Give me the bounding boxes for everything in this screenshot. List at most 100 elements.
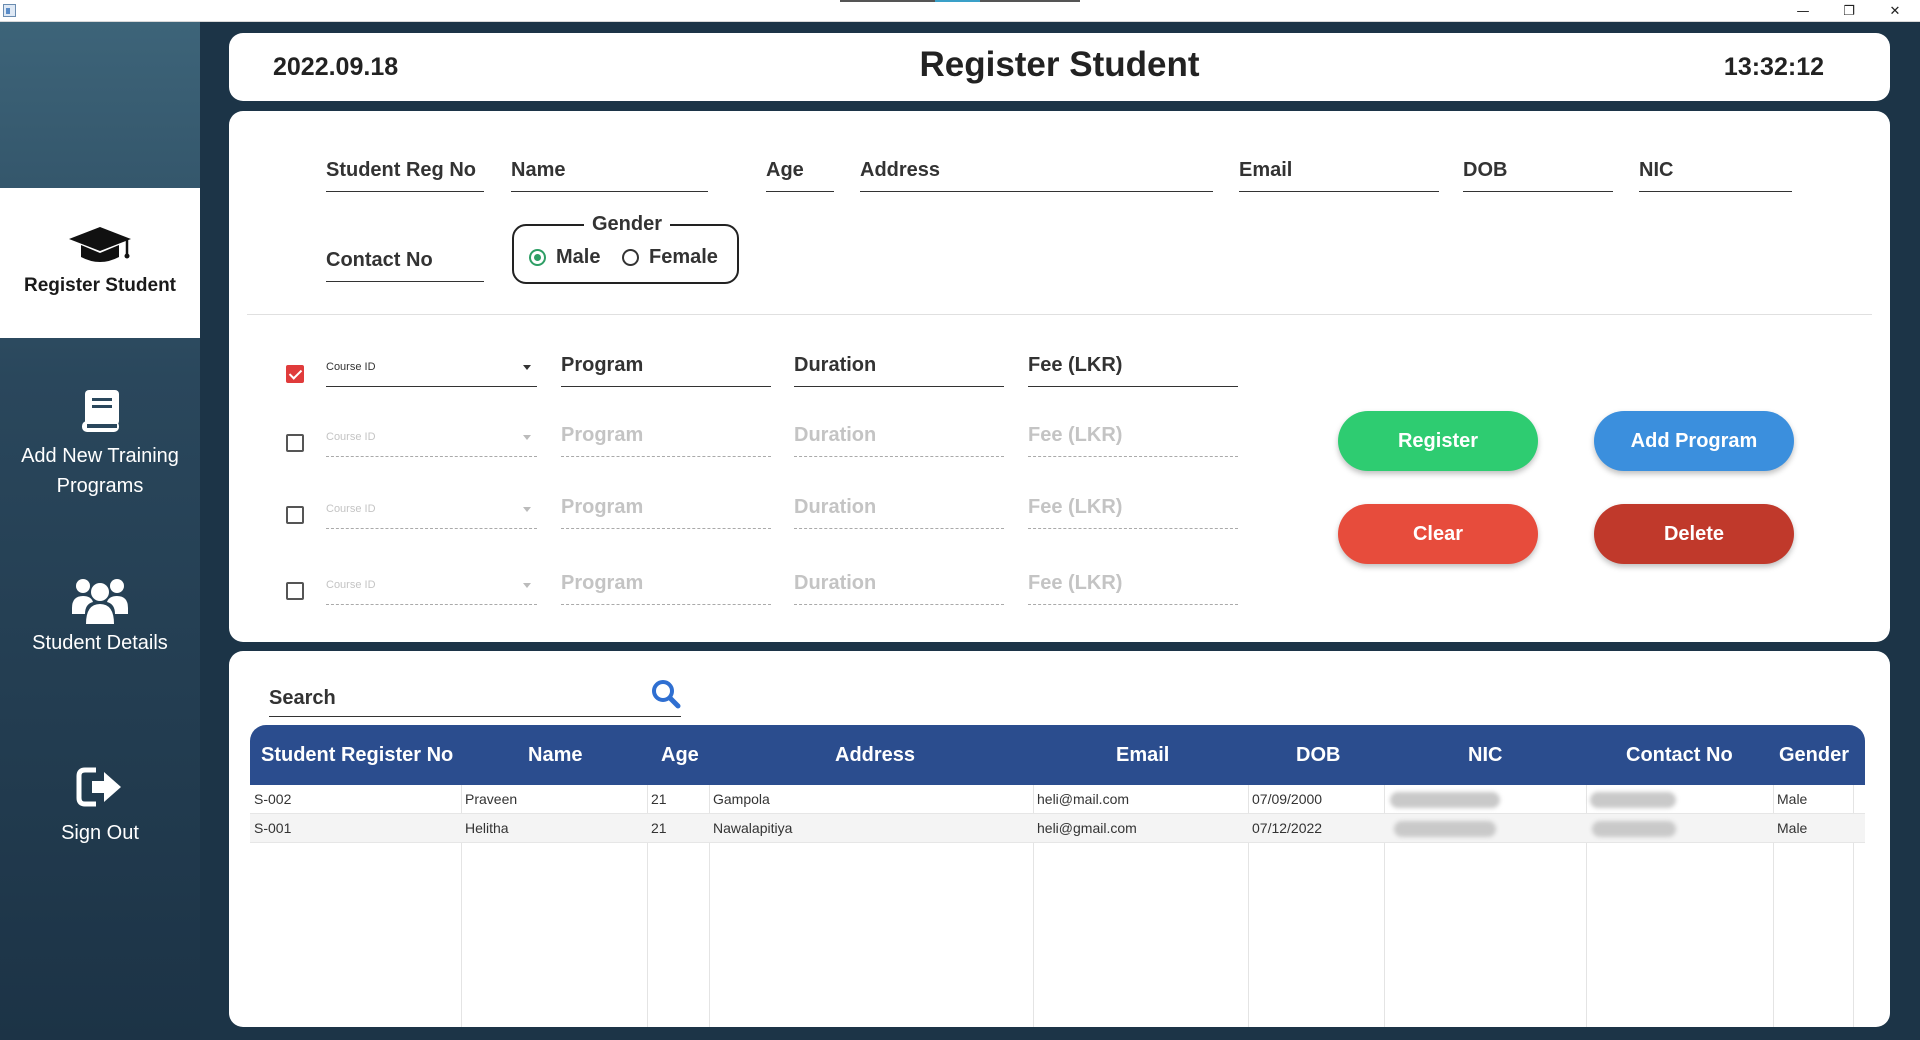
course-row-1-checkbox[interactable] [286, 365, 304, 383]
cell-dob: 07/12/2022 [1252, 820, 1323, 836]
dropdown-value: Course ID [326, 503, 376, 515]
course-id-dropdown[interactable]: Course ID [326, 491, 537, 529]
sidebar-item-register-student[interactable]: Register Student [0, 188, 200, 338]
sidebar-item-add-programs[interactable]: Add New Training Programs [0, 387, 200, 501]
table-body: S-002 Praveen 21 Gampola heli@mail.com 0… [250, 785, 1865, 1027]
cell-gender: Male [1777, 791, 1808, 807]
duration-field[interactable]: Duration [794, 419, 1004, 457]
cell-age: 21 [651, 791, 667, 807]
clear-button[interactable]: Clear [1338, 504, 1538, 564]
table-header: Student Register No Name Age Address Ema… [250, 725, 1865, 785]
current-time: 13:32:12 [1723, 53, 1824, 81]
column-header[interactable]: Contact No [1626, 725, 1733, 785]
course-id-dropdown[interactable]: Course ID [326, 419, 537, 457]
duration-field[interactable]: Duration [794, 349, 1004, 387]
cell-email: heli@gmail.com [1037, 820, 1137, 836]
column-header[interactable]: DOB [1296, 725, 1340, 785]
sidebar-item-sign-out[interactable]: Sign Out [0, 766, 200, 848]
add-program-button[interactable]: Add Program [1594, 411, 1794, 471]
chevron-down-icon [523, 365, 531, 370]
gender-legend: Gender [584, 213, 671, 236]
sidebar-item-label: Student Details [32, 632, 168, 654]
cell-dob: 07/09/2000 [1252, 791, 1323, 807]
dropdown-value: Course ID [326, 579, 376, 591]
close-button[interactable]: ✕ [1872, 0, 1918, 22]
student-reg-no-field[interactable]: Student Reg No [326, 154, 484, 192]
program-field[interactable]: Program [561, 349, 771, 387]
radio-label: Male [556, 246, 601, 268]
window-titlebar[interactable]: — ❐ ✕ [0, 0, 1920, 22]
users-icon [71, 574, 129, 626]
column-header[interactable]: Email [1116, 725, 1169, 785]
cell-address: Nawalapitiya [713, 820, 793, 836]
course-row-3-checkbox[interactable] [286, 506, 304, 524]
column-header[interactable]: Address [835, 725, 915, 785]
register-button[interactable]: Register [1338, 411, 1538, 471]
sidebar-item-student-details[interactable]: Student Details [0, 574, 200, 658]
fee-field[interactable]: Fee (LKR) [1028, 491, 1238, 529]
cell-reg-no: S-002 [254, 791, 292, 807]
program-field[interactable]: Program [561, 419, 771, 457]
fee-field[interactable]: Fee (LKR) [1028, 419, 1238, 457]
radio-unselected-icon [622, 249, 639, 266]
gender-male-radio[interactable]: Male [529, 246, 600, 269]
cell-contact-redacted [1586, 785, 1676, 814]
chevron-down-icon [523, 583, 531, 588]
chevron-down-icon [523, 435, 531, 440]
age-field[interactable]: Age [766, 154, 834, 192]
sidebar-item-label: Register Student [23, 275, 177, 296]
minimize-button[interactable]: — [1780, 0, 1826, 22]
page-title: Register Student [919, 45, 1200, 84]
column-header[interactable]: NIC [1468, 725, 1502, 785]
student-table-panel: Search Student Register No Name Age Addr… [229, 651, 1890, 1027]
search-input[interactable]: Search [269, 681, 681, 717]
column-header[interactable]: Student Register No [261, 725, 453, 785]
sidebar-item-label: Add New Training Programs [21, 445, 179, 497]
sidebar-item-label: Sign Out [61, 822, 139, 844]
radio-label: Female [649, 246, 718, 268]
course-id-dropdown[interactable]: Course ID [326, 567, 537, 605]
duration-field[interactable]: Duration [794, 567, 1004, 605]
course-id-dropdown[interactable]: Course ID [326, 349, 537, 387]
delete-button[interactable]: Delete [1594, 504, 1794, 564]
name-field[interactable]: Name [511, 154, 708, 192]
registration-form: Student Reg No Name Age Address Email DO… [229, 111, 1890, 642]
book-icon [75, 387, 125, 435]
dob-field[interactable]: DOB [1463, 154, 1613, 192]
sidebar: Register Student Add New Training Progra… [0, 22, 200, 1040]
email-field[interactable]: Email [1239, 154, 1439, 192]
dropdown-value: Course ID [326, 361, 376, 373]
column-header[interactable]: Age [661, 725, 699, 785]
column-header[interactable]: Name [528, 725, 582, 785]
search-icon[interactable] [651, 679, 681, 714]
cell-nic-redacted [1384, 785, 1500, 814]
cell-email: heli@mail.com [1037, 791, 1130, 807]
fee-field[interactable]: Fee (LKR) [1028, 567, 1238, 605]
gender-female-radio[interactable]: Female [622, 246, 718, 269]
contact-no-field[interactable]: Contact No [326, 244, 484, 282]
program-field[interactable]: Program [561, 567, 771, 605]
app-icon [3, 4, 16, 17]
radio-selected-icon [529, 249, 546, 266]
column-header[interactable]: Gender [1779, 725, 1849, 785]
sign-out-icon [76, 766, 124, 808]
table-row[interactable]: S-002 Praveen 21 Gampola heli@mail.com 0… [250, 785, 1865, 814]
nic-field[interactable]: NIC [1639, 154, 1792, 192]
address-field[interactable]: Address [860, 154, 1213, 192]
cell-name: Praveen [465, 791, 518, 807]
form-divider [247, 314, 1872, 315]
fee-field[interactable]: Fee (LKR) [1028, 349, 1238, 387]
graduation-cap-icon [67, 225, 133, 271]
cell-age: 21 [651, 820, 667, 836]
course-row-2-checkbox[interactable] [286, 434, 304, 452]
header-bar: 2022.09.18 Register Student 13:32:12 [229, 33, 1890, 101]
cell-nic-redacted [1384, 814, 1496, 843]
table-row[interactable]: S-001 Helitha 21 Nawalapitiya heli@gmail… [250, 814, 1865, 843]
maximize-button[interactable]: ❐ [1826, 0, 1872, 22]
program-field[interactable]: Program [561, 491, 771, 529]
cell-reg-no: S-001 [254, 820, 292, 836]
cell-contact-redacted [1586, 814, 1676, 843]
course-row-4-checkbox[interactable] [286, 582, 304, 600]
duration-field[interactable]: Duration [794, 491, 1004, 529]
gender-group: Gender Male Female [512, 213, 739, 284]
